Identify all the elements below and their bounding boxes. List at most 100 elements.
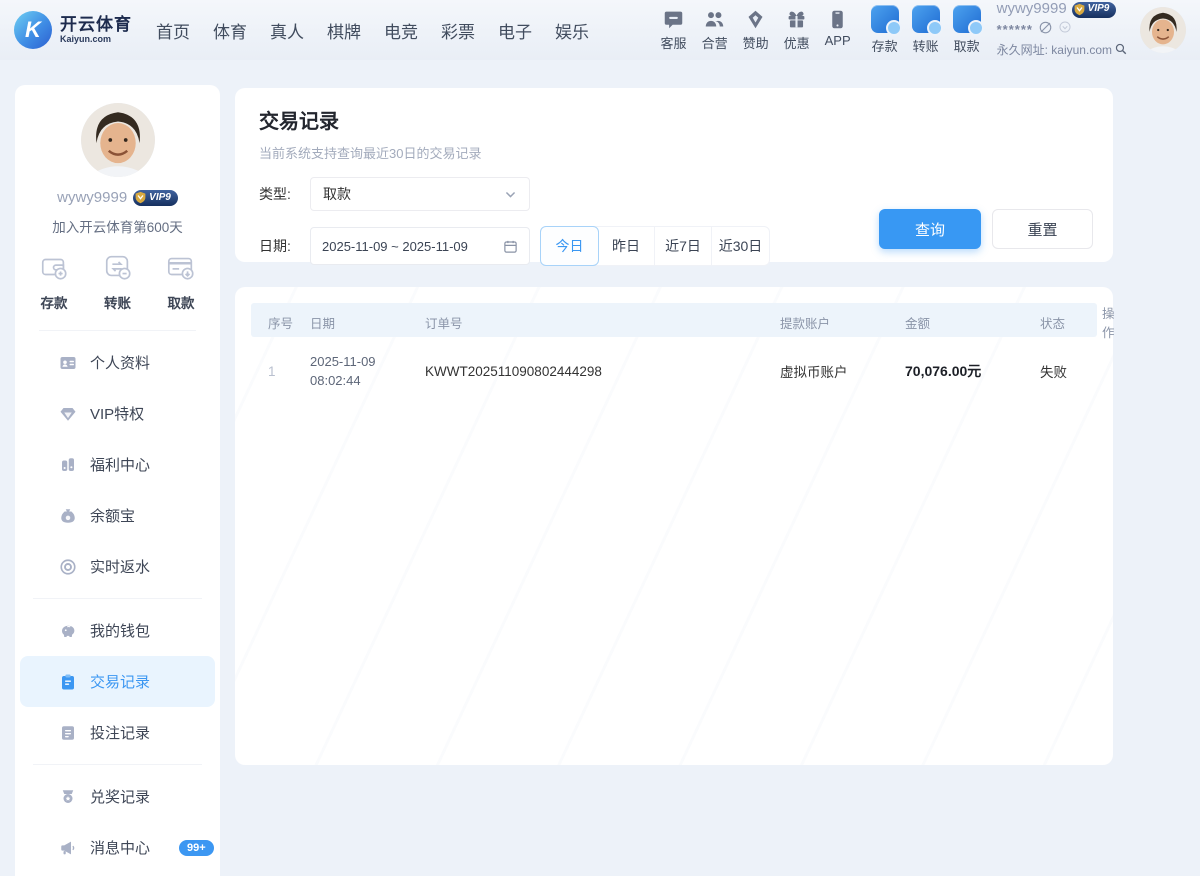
diamond-badge-icon — [745, 9, 766, 30]
avatar-photo — [1140, 7, 1186, 53]
search-button[interactable]: 查询 — [879, 209, 981, 249]
welfare-icon — [59, 456, 77, 474]
partner-label: 合营 — [702, 33, 728, 52]
nav-item-home[interactable]: 首页 — [156, 18, 190, 43]
quick-date-7days[interactable]: 近7日 — [655, 227, 712, 265]
header-icon-group: 客服 合营 赞助 优惠 APP — [661, 9, 851, 52]
transfer-button[interactable]: 转账 — [912, 5, 940, 55]
top-bar: K 开云体育 Kaiyun.com 首页 体育 真人 棋牌 电竞 彩票 电子 娱… — [0, 0, 1200, 60]
service-label: 客服 — [661, 33, 687, 52]
username: wywy9999 — [997, 0, 1067, 19]
transfer-card-icon — [912, 5, 940, 33]
sidebar-withdraw-button[interactable]: 取款 — [166, 252, 196, 312]
sidebar-item-wallet[interactable]: 我的钱包 — [15, 605, 220, 656]
nav-item-lottery[interactable]: 彩票 — [441, 18, 475, 43]
main-nav: 首页 体育 真人 棋牌 电竞 彩票 电子 娱乐 — [156, 18, 589, 43]
promo-label: 优惠 — [784, 33, 810, 52]
sidebar-username: wywy9999 — [57, 189, 127, 206]
row-index: 1 — [268, 364, 310, 379]
nav-item-slots[interactable]: 电子 — [498, 18, 532, 43]
nav-item-sports[interactable]: 体育 — [213, 18, 247, 43]
col-date: 日期 — [310, 313, 425, 332]
sponsor-button[interactable]: 赞助 — [743, 9, 769, 52]
sidebar: wywy9999 VIP9 加入开云体育第600天 存款 转账 取款 — [15, 85, 220, 876]
id-card-icon — [59, 354, 77, 372]
quick-date-30days[interactable]: 近30日 — [712, 227, 769, 265]
col-index: 序号 — [268, 313, 310, 332]
menu-label: 个人资料 — [90, 352, 150, 373]
sidebar-item-bets[interactable]: 投注记录 — [15, 707, 220, 758]
deposit-card-icon — [871, 5, 899, 33]
sidebar-avatar[interactable] — [81, 103, 155, 177]
row-time: 08:02:44 — [310, 371, 425, 391]
sidebar-item-rebate[interactable]: 实时返水 — [15, 541, 220, 592]
date-range-input[interactable]: 2025-11-09 ~ 2025-11-09 — [310, 227, 530, 265]
withdraw-button[interactable]: 取款 — [953, 5, 981, 55]
chat-icon — [663, 9, 684, 30]
sidebar-item-messages[interactable]: 消息中心 99+ — [15, 822, 220, 873]
quick-date-yesterday[interactable]: 昨日 — [598, 227, 655, 265]
masked-balance: ****** — [997, 22, 1033, 38]
sidebar-item-welfare[interactable]: 福利中心 — [15, 439, 220, 490]
logo-k-icon: K — [14, 11, 52, 49]
nav-item-live[interactable]: 真人 — [270, 18, 304, 43]
withdraw-label: 取款 — [954, 36, 980, 55]
vip-shield-icon — [1073, 3, 1086, 16]
service-button[interactable]: 客服 — [661, 9, 687, 52]
page-title: 交易记录 — [259, 105, 1089, 134]
type-filter-row: 类型: 取款 — [259, 177, 1089, 211]
sidebar-vip-badge: VIP9 — [133, 190, 178, 206]
row-account: 虚拟币账户 — [780, 361, 905, 381]
page-subtitle: 当前系统支持查询最近30日的交易记录 — [259, 143, 1089, 162]
transfer-label: 转账 — [913, 36, 939, 55]
reset-button[interactable]: 重置 — [992, 209, 1093, 249]
app-button[interactable]: APP — [825, 9, 851, 52]
sidebar-divider — [33, 598, 202, 599]
eye-off-icon[interactable] — [1038, 20, 1053, 41]
nav-item-esports[interactable]: 电竞 — [384, 18, 418, 43]
permanent-url: 永久网址: kaiyun.com — [997, 43, 1112, 58]
chevron-down-icon — [504, 188, 517, 201]
wallet-icon — [39, 252, 69, 285]
transaction-records-icon — [59, 673, 77, 691]
partner-button[interactable]: 合营 — [702, 9, 728, 52]
quick-date-today[interactable]: 今日 — [540, 226, 599, 266]
sidebar-vip-label: VIP9 — [149, 192, 171, 203]
menu-label: 余额宝 — [90, 505, 135, 526]
sidebar-menu: 个人资料 VIP特权 福利中心 余额宝 实时返水 我的钱包 交易记录 — [15, 337, 220, 873]
col-amount: 金额 — [905, 313, 1040, 332]
menu-label: VIP特权 — [90, 403, 144, 424]
filter-card: 交易记录 当前系统支持查询最近30日的交易记录 类型: 取款 日期: 2025-… — [235, 88, 1113, 262]
sidebar-withdraw-label: 取款 — [168, 292, 195, 312]
sidebar-item-vip[interactable]: VIP特权 — [15, 388, 220, 439]
type-select[interactable]: 取款 — [310, 177, 530, 211]
row-status: 失败 — [1040, 361, 1102, 381]
user-info: wywy9999 VIP9 ****** 永久网址: kaiyun.com — [997, 0, 1128, 60]
deposit-button[interactable]: 存款 — [871, 5, 899, 55]
date-label: 日期: — [259, 236, 310, 256]
sidebar-item-profile[interactable]: 个人资料 — [15, 337, 220, 388]
sponsor-label: 赞助 — [743, 33, 769, 52]
calendar-icon — [503, 239, 518, 254]
avatar[interactable] — [1140, 7, 1186, 53]
refresh-icon[interactable] — [1058, 20, 1072, 40]
sidebar-item-transactions[interactable]: 交易记录 — [20, 656, 215, 707]
nav-item-chess[interactable]: 棋牌 — [327, 18, 361, 43]
sidebar-deposit-button[interactable]: 存款 — [39, 252, 69, 312]
prize-medal-icon — [59, 788, 77, 806]
vip-gem-icon — [59, 405, 77, 423]
col-action: 操作 — [1102, 303, 1115, 341]
bank-card-icon — [166, 252, 196, 285]
vip-label: VIP9 — [1088, 3, 1110, 16]
sidebar-item-yuebao[interactable]: 余额宝 — [15, 490, 220, 541]
sidebar-item-prizes[interactable]: 兑奖记录 — [15, 771, 220, 822]
type-label: 类型: — [259, 184, 310, 204]
logo-title: 开云体育 — [60, 16, 132, 35]
records-table-card: 序号 日期 订单号 提款账户 金额 状态 操作 1 2025-11-09 08:… — [235, 287, 1113, 765]
search-icon[interactable] — [1114, 42, 1128, 60]
promo-button[interactable]: 优惠 — [784, 9, 810, 52]
sidebar-transfer-button[interactable]: 转账 — [103, 252, 133, 312]
rebate-target-icon — [59, 558, 77, 576]
nav-item-entertainment[interactable]: 娱乐 — [555, 18, 589, 43]
site-logo[interactable]: K 开云体育 Kaiyun.com — [14, 11, 132, 49]
